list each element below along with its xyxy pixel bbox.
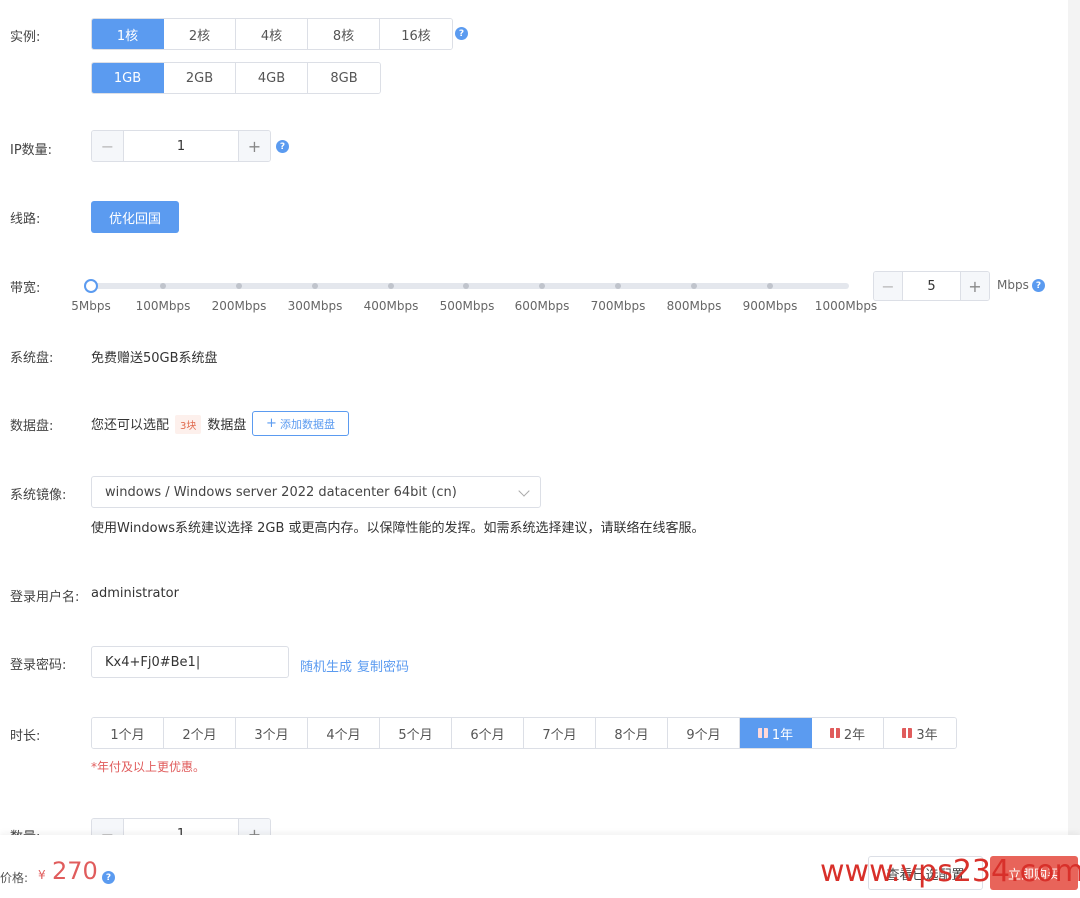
cpu-option-8[interactable]: 8核 bbox=[308, 19, 380, 49]
bandwidth-slider-track[interactable] bbox=[91, 283, 849, 289]
bandwidth-minus-button[interactable]: − bbox=[874, 272, 903, 300]
bandwidth-tick: 300Mbps bbox=[287, 299, 343, 313]
image-selected-value: windows / Windows server 2022 datacenter… bbox=[105, 484, 457, 500]
bandwidth-tick: 1000Mbps bbox=[814, 299, 878, 313]
price-value: 270 bbox=[52, 857, 98, 885]
ip-plus-button[interactable]: + bbox=[238, 131, 270, 161]
ip-minus-button[interactable]: − bbox=[92, 131, 124, 161]
chevron-down-icon bbox=[518, 485, 530, 497]
duration-option-label: 3年 bbox=[916, 727, 938, 743]
duration-option-1m[interactable]: 1个月 bbox=[92, 718, 164, 748]
bandwidth-tick: 800Mbps bbox=[666, 299, 722, 313]
add-data-disk-label: 添加数据盘 bbox=[279, 417, 335, 431]
duration-option-4m[interactable]: 4个月 bbox=[308, 718, 380, 748]
password-input[interactable]: Kx4+Fj0#Be1| bbox=[91, 646, 289, 678]
duration-option-label: 2年 bbox=[843, 727, 866, 743]
duration-label: 时长: bbox=[10, 729, 41, 744]
bandwidth-slider-handle[interactable] bbox=[84, 279, 98, 293]
data-disk-suffix: 数据盘 bbox=[207, 418, 247, 433]
plus-icon: + bbox=[266, 416, 277, 431]
duration-option-1y[interactable]: 1年 bbox=[740, 718, 812, 748]
slider-stop bbox=[539, 283, 545, 289]
price-currency: ¥ bbox=[38, 868, 46, 882]
route-option-optimized[interactable]: 优化回国 bbox=[91, 201, 179, 233]
slider-stop bbox=[312, 283, 318, 289]
slider-stop bbox=[160, 283, 166, 289]
cpu-option-1[interactable]: 1核 bbox=[92, 19, 164, 49]
image-label: 系统镜像: bbox=[10, 488, 67, 503]
slider-stop bbox=[463, 283, 469, 289]
bandwidth-unit: Mbps bbox=[997, 278, 1029, 292]
memory-option-2gb[interactable]: 2GB bbox=[164, 63, 236, 93]
system-disk-text: 免费赠送50GB系统盘 bbox=[91, 351, 218, 366]
watermark: www.vps234.com bbox=[820, 854, 1080, 889]
duration-note: *年付及以上更优惠。 bbox=[91, 760, 206, 774]
memory-option-8gb[interactable]: 8GB bbox=[308, 63, 380, 93]
bandwidth-tick: 200Mbps bbox=[211, 299, 267, 313]
system-disk-label: 系统盘: bbox=[10, 351, 54, 366]
cpu-selector: 1核 2核 4核 8核 16核 bbox=[91, 18, 453, 50]
gift-icon bbox=[829, 728, 840, 738]
bandwidth-tick: 100Mbps bbox=[135, 299, 191, 313]
duration-option-5m[interactable]: 5个月 bbox=[380, 718, 452, 748]
password-label: 登录密码: bbox=[10, 658, 67, 673]
gift-icon bbox=[757, 728, 768, 738]
price-help-icon[interactable]: ? bbox=[102, 871, 115, 884]
slider-stop bbox=[615, 283, 621, 289]
data-disk-label: 数据盘: bbox=[10, 419, 54, 434]
ip-count-stepper: − 1 + bbox=[91, 130, 271, 162]
price-label: 价格: bbox=[0, 871, 29, 885]
duration-option-2m[interactable]: 2个月 bbox=[164, 718, 236, 748]
ip-count-input[interactable]: 1 bbox=[124, 131, 238, 161]
duration-option-7m[interactable]: 7个月 bbox=[524, 718, 596, 748]
bandwidth-tick: 5Mbps bbox=[71, 299, 111, 313]
memory-selector: 1GB 2GB 4GB 8GB bbox=[91, 62, 381, 94]
gift-icon bbox=[902, 728, 913, 738]
generate-password-link[interactable]: 随机生成 bbox=[300, 656, 352, 675]
duration-option-6m[interactable]: 6个月 bbox=[452, 718, 524, 748]
route-label: 线路: bbox=[10, 212, 41, 227]
memory-option-4gb[interactable]: 4GB bbox=[236, 63, 308, 93]
bandwidth-tick: 900Mbps bbox=[742, 299, 798, 313]
image-select[interactable]: windows / Windows server 2022 datacenter… bbox=[91, 476, 541, 508]
instance-help-icon[interactable]: ? bbox=[455, 27, 468, 40]
slider-stop bbox=[767, 283, 773, 289]
data-disk-count-badge: 3块 bbox=[175, 415, 202, 434]
bandwidth-tick: 600Mbps bbox=[514, 299, 570, 313]
duration-option-label: 1年 bbox=[771, 727, 794, 743]
bandwidth-tick: 400Mbps bbox=[363, 299, 419, 313]
cpu-option-2[interactable]: 2核 bbox=[164, 19, 236, 49]
bandwidth-tick: 700Mbps bbox=[590, 299, 646, 313]
duration-option-2y[interactable]: 2年 bbox=[812, 718, 884, 748]
memory-option-1gb[interactable]: 1GB bbox=[92, 63, 164, 93]
slider-stop bbox=[236, 283, 242, 289]
ip-count-label: IP数量: bbox=[10, 143, 53, 158]
scrollbar[interactable] bbox=[1068, 0, 1080, 898]
bandwidth-tick: 500Mbps bbox=[439, 299, 495, 313]
bandwidth-input[interactable]: 5 bbox=[903, 272, 960, 300]
cpu-option-16[interactable]: 16核 bbox=[380, 19, 452, 49]
duration-option-3m[interactable]: 3个月 bbox=[236, 718, 308, 748]
image-hint: 使用Windows系统建议选择 2GB 或更高内存。以保障性能的发挥。如需系统选… bbox=[91, 521, 705, 536]
data-disk-prefix: 您还可以选配 bbox=[91, 418, 170, 433]
add-data-disk-button[interactable]: + 添加数据盘 bbox=[252, 411, 349, 436]
slider-stop bbox=[691, 283, 697, 289]
duration-selector: 1个月 2个月 3个月 4个月 5个月 6个月 7个月 8个月 9个月 1年 2… bbox=[91, 717, 957, 749]
data-disk-info: 您还可以选配 3块 数据盘 bbox=[91, 414, 246, 434]
slider-stop bbox=[388, 283, 394, 289]
duration-option-3y[interactable]: 3年 bbox=[884, 718, 956, 748]
username-value: administrator bbox=[91, 586, 179, 601]
ip-help-icon[interactable]: ? bbox=[276, 140, 289, 153]
cpu-option-4[interactable]: 4核 bbox=[236, 19, 308, 49]
copy-password-link[interactable]: 复制密码 bbox=[357, 656, 409, 675]
username-label: 登录用户名: bbox=[10, 590, 80, 605]
duration-option-8m[interactable]: 8个月 bbox=[596, 718, 668, 748]
duration-option-9m[interactable]: 9个月 bbox=[668, 718, 740, 748]
bandwidth-stepper: − 5 + bbox=[873, 271, 990, 301]
bandwidth-plus-button[interactable]: + bbox=[960, 272, 989, 300]
bandwidth-label: 带宽: bbox=[10, 281, 41, 296]
instance-label: 实例: bbox=[10, 30, 41, 45]
bandwidth-help-icon[interactable]: ? bbox=[1032, 279, 1045, 292]
